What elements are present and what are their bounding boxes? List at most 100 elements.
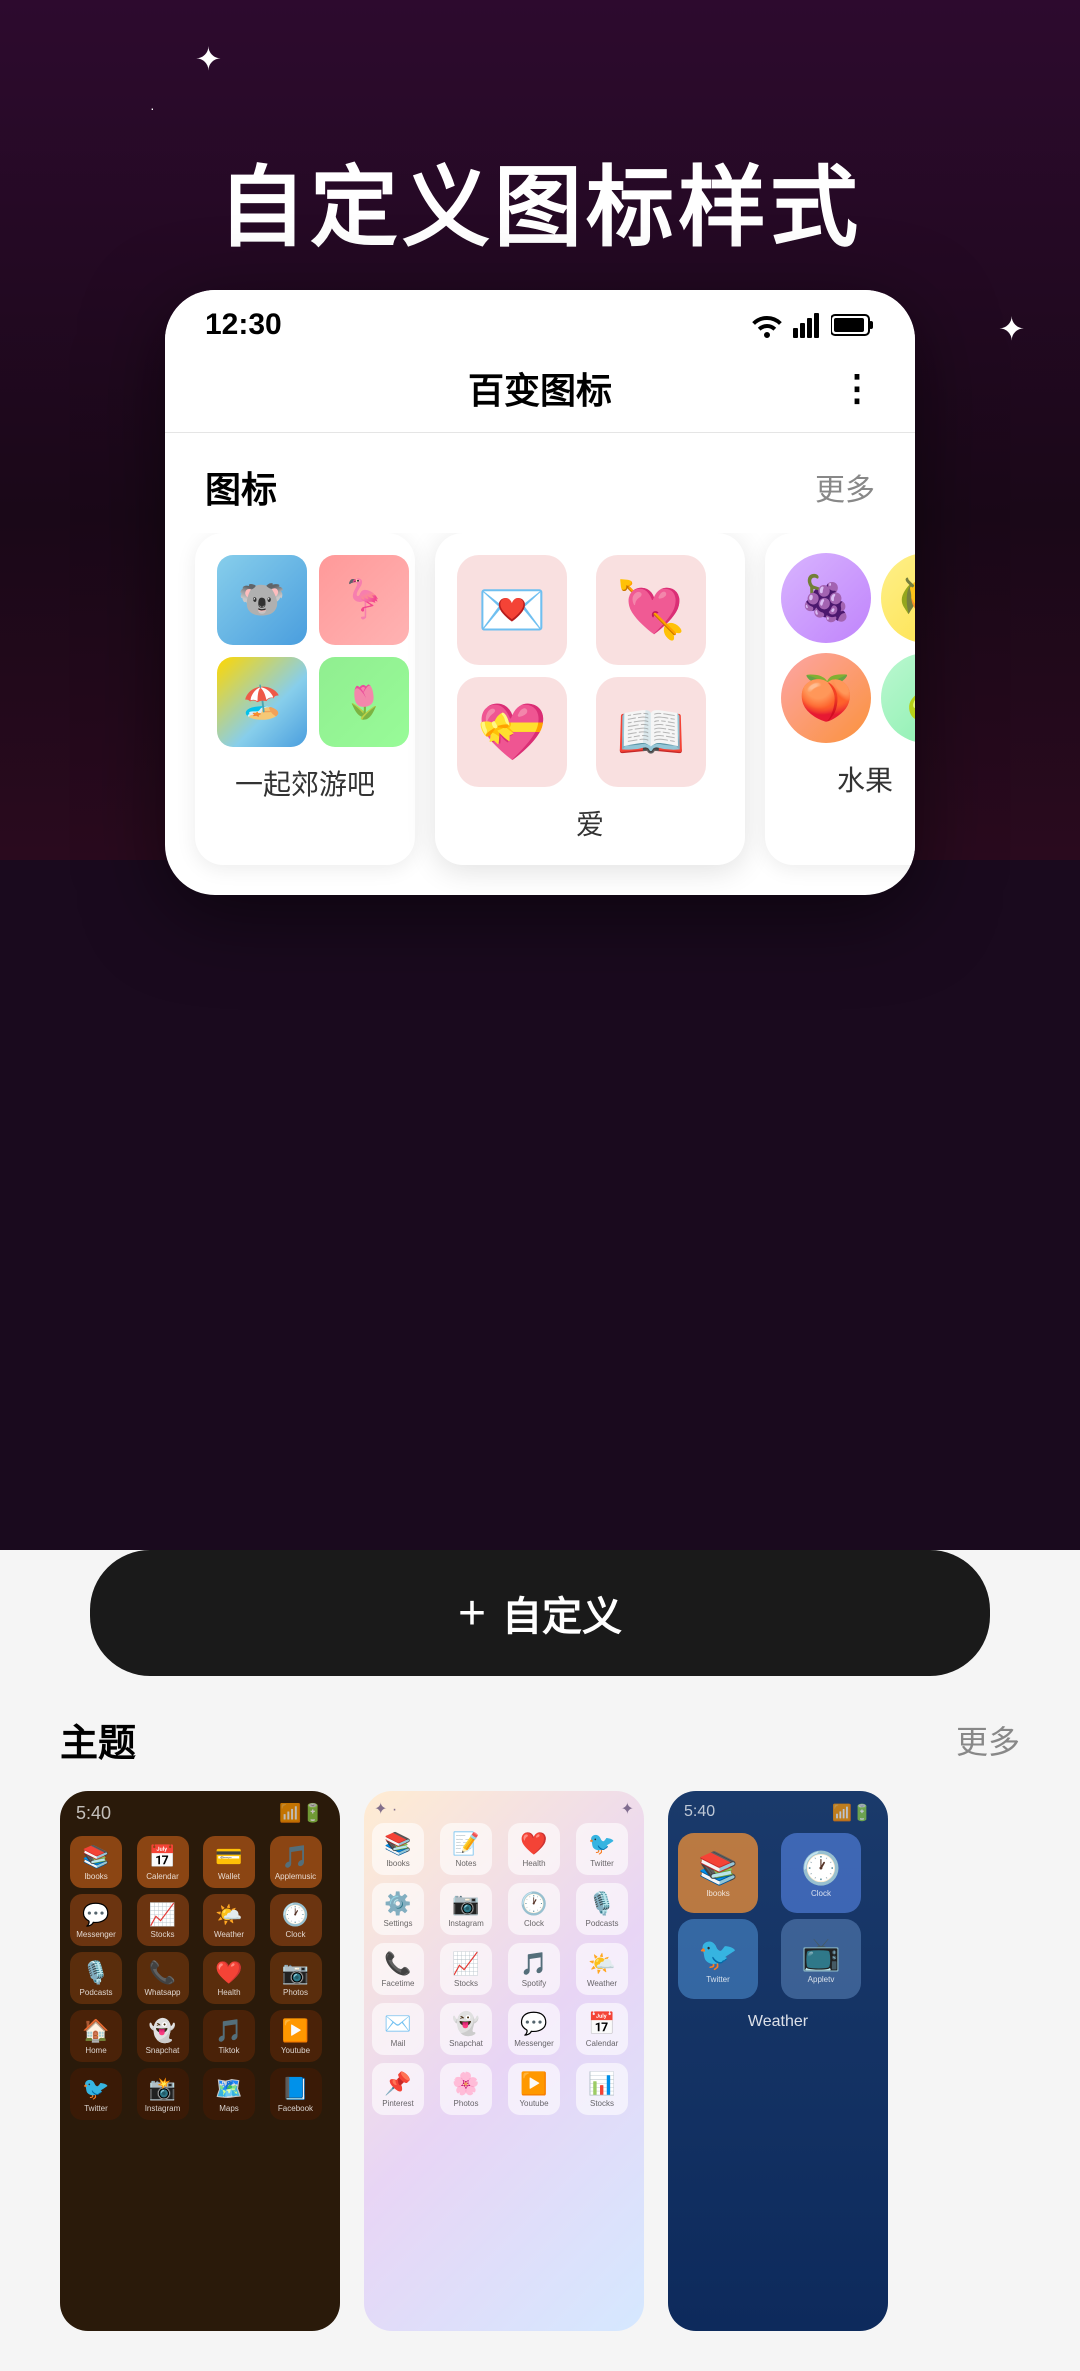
themes-more-btn[interactable]: 更多 <box>956 1717 1020 1763</box>
theme-light-calendar: 📅Calendar <box>576 2003 628 2055</box>
theme-light-facetime: 📞Facetime <box>372 1943 424 1995</box>
theme-blue-ibooks: 📚Ibooks <box>678 1833 758 1913</box>
theme-blue-icons: 📶🔋 <box>832 1803 872 1823</box>
app-header: 百变图标 ⋮ <box>165 352 915 433</box>
pack-love-label: 爱 <box>457 803 723 843</box>
plus-icon: + <box>458 1586 486 1641</box>
fruit-icon-pear: 🍐 <box>881 653 915 743</box>
theme-light-clock: 🕐Clock <box>508 1883 560 1935</box>
theme-light-twitter: 🐦Twitter <box>576 1823 628 1875</box>
icons-section-title: 图标 <box>205 461 277 513</box>
status-icons <box>749 312 875 338</box>
theme-dark-icons: 📶🔋 <box>279 1803 324 1824</box>
theme-blue-status: 5:40 📶🔋 <box>668 1791 888 1829</box>
customize-label: 自定义 <box>502 1584 622 1642</box>
theme-dark-music: 🎵Applemusic <box>270 1836 322 1888</box>
theme-light-notes: 📝Notes <box>440 1823 492 1875</box>
theme-dark-whatsapp: 📞Whatsapp <box>137 1952 189 2004</box>
theme-light-pinterest: 📌Pinterest <box>372 2063 424 2115</box>
theme-light-mail: ✉️Mail <box>372 2003 424 2055</box>
love-icon-4: 📖 <box>596 677 706 787</box>
themes-row: 5:40 📶🔋 📚Ibooks 📅Calendar 💳Wallet 🎵Apple… <box>0 1791 1080 2331</box>
status-bar: 12:30 <box>165 290 915 352</box>
theme-blue-twitter: 🐦Twitter <box>678 1919 758 1999</box>
theme-light-stocks: 📈Stocks <box>440 1943 492 1995</box>
theme-light-grid: 📚Ibooks 📝Notes ❤️Health 🐦Twitter ⚙️Setti… <box>364 1819 644 2119</box>
theme-dark-facebook: 📘Facebook <box>270 2068 322 2120</box>
theme-dark-maps: 🗺️Maps <box>203 2068 255 2120</box>
theme-dark-weather: 🌤️Weather <box>203 1894 255 1946</box>
wifi-icon <box>749 312 785 338</box>
theme-card-dark[interactable]: 5:40 📶🔋 📚Ibooks 📅Calendar 💳Wallet 🎵Apple… <box>60 1791 340 2331</box>
theme-dark-photos: 📷Photos <box>270 1952 322 2004</box>
theme-dark-grid: 📚Ibooks 📅Calendar 💳Wallet 🎵Applemusic 💬M… <box>60 1830 340 2126</box>
theme-dark-messenger: 💬Messenger <box>70 1894 122 1946</box>
theme-dark-stocks: 📈Stocks <box>137 1894 189 1946</box>
theme-dark-instagram: 📸Instagram <box>137 2068 189 2120</box>
theme-blue-clock: 🕐Clock <box>781 1833 861 1913</box>
love-icon-2: 💘 <box>596 555 706 665</box>
theme-dark-calendar: 📅Calendar <box>137 1836 189 1888</box>
pack-outdoor-label: 一起郊游吧 <box>217 763 393 803</box>
icon-pack-outdoor[interactable]: 🐨 🦩 🏖️ 🌷 一起郊游吧 <box>195 533 415 865</box>
theme-card-blue[interactable]: 5:40 📶🔋 📚Ibooks 🕐Clock 🐦Twitter 📺Appletv… <box>668 1791 888 2331</box>
themes-header: 主题 更多 <box>0 1676 1080 1791</box>
theme-card-light[interactable]: ✦ · ✦ 📚Ibooks 📝Notes ❤️Health 🐦Twitter ⚙… <box>364 1791 644 2331</box>
love-icon-3: 💝 <box>457 677 567 787</box>
theme-dark-status: 5:40 📶🔋 <box>60 1791 340 1830</box>
theme-dark-wallet: 💳Wallet <box>203 1836 255 1888</box>
star-decoration-1: ✦ <box>195 40 222 78</box>
fruit-icon-lemon: 🍋 <box>881 553 915 643</box>
theme-light-snapchat: 👻Snapchat <box>440 2003 492 2055</box>
theme-dark-tiktok: 🎵Tiktok <box>203 2010 255 2062</box>
fruit-icon-grape: 🍇 <box>781 553 871 643</box>
theme-light-instagram: 📷Instagram <box>440 1883 492 1935</box>
theme-light-youtube: ▶️Youtube <box>508 2063 560 2115</box>
phone-mockup: 12:30 <box>165 290 915 895</box>
battery-icon <box>831 313 875 337</box>
scene-icon-1: 🐨 <box>217 555 307 645</box>
status-time: 12:30 <box>205 308 282 342</box>
more-button[interactable]: ⋮ <box>839 370 875 406</box>
theme-dark-podcasts: 🎙️Podcasts <box>70 1952 122 2004</box>
icons-more-btn[interactable]: 更多 <box>815 465 875 509</box>
customize-button[interactable]: + 自定义 <box>90 1550 990 1676</box>
theme-dark-health: ❤️Health <box>203 1952 255 2004</box>
theme-blue-time: 5:40 <box>684 1803 715 1823</box>
theme-light-stocks2: 📊Stocks <box>576 2063 628 2115</box>
icon-packs-row: 🐨 🦩 🏖️ 🌷 一起郊游吧 <box>165 533 915 895</box>
theme-dark-clock: 🕐Clock <box>270 1894 322 1946</box>
pack-fruit-label: 水果 <box>781 759 915 799</box>
theme-blue-appletv: 📺Appletv <box>781 1919 861 1999</box>
theme-dark-time: 5:40 <box>76 1803 111 1824</box>
theme-blue-weather-label: Weather <box>668 2003 888 2041</box>
themes-section: 主题 更多 5:40 📶🔋 📚Ibooks 📅Calendar 💳Wallet … <box>0 1676 1080 2331</box>
theme-light-weather: 🌤️Weather <box>576 1943 628 1995</box>
theme-light-messenger: 💬Messenger <box>508 2003 560 2055</box>
signal-icon <box>793 312 823 338</box>
theme-light-spotify: 🎵Spotify <box>508 1943 560 1995</box>
theme-dark-snapchat: 👻Snapchat <box>137 2010 189 2062</box>
star-decoration-2: ✦ <box>998 310 1025 348</box>
themes-title: 主题 <box>60 1712 136 1767</box>
icon-pack-fruit[interactable]: 🍇 🍋 🍑 🍐 水果 <box>765 533 915 865</box>
theme-light-health: ❤️Health <box>508 1823 560 1875</box>
theme-light-photos: 🌸Photos <box>440 2063 492 2115</box>
scene-icon-2: 🦩 <box>319 555 409 645</box>
scene-icon-4: 🌷 <box>319 657 409 747</box>
top-section: ✦ · ✦ 自定义图标样式 12:30 <box>0 0 1080 860</box>
bottom-section: + 自定义 主题 更多 5:40 📶🔋 📚Ibooks 📅Calendar 💳W… <box>0 1550 1080 2371</box>
app-header-title: 百变图标 <box>468 362 612 414</box>
theme-dark-home: 🏠Home <box>70 2010 122 2062</box>
love-icon-1: 💌 <box>457 555 567 665</box>
main-title: 自定义图标样式 <box>218 160 862 257</box>
icons-section-header: 图标 更多 <box>165 433 915 533</box>
theme-light-podcasts: 🎙️Podcasts <box>576 1883 628 1935</box>
theme-dark-twitter: 🐦Twitter <box>70 2068 122 2120</box>
theme-light-ibooks: 📚Ibooks <box>372 1823 424 1875</box>
icon-pack-love[interactable]: 💌 💘 💝 📖 爱 <box>435 533 745 865</box>
theme-dark-youtube: ▶️Youtube <box>270 2010 322 2062</box>
theme-light-settings: ⚙️Settings <box>372 1883 424 1935</box>
star-decoration-3: · <box>150 100 155 116</box>
fruit-icon-peach: 🍑 <box>781 653 871 743</box>
